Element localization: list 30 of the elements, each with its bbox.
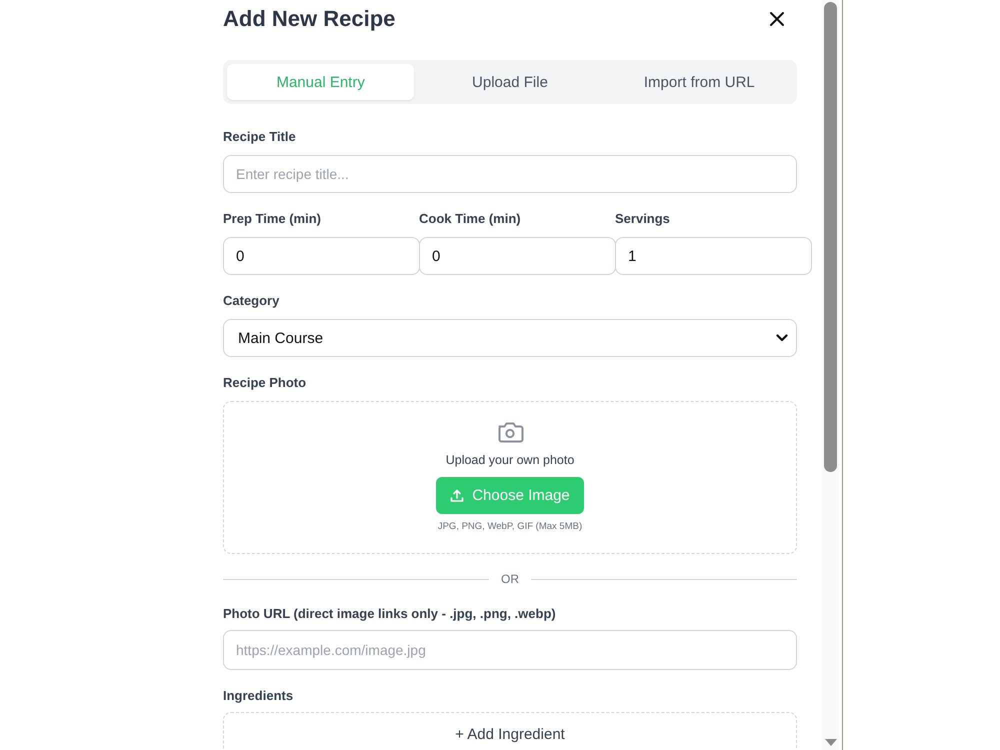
field-label: Servings: [615, 211, 671, 227]
file-format-hint: JPG, PNG, WebP, GIF (Max 5MB): [438, 521, 582, 533]
upload-prompt: Upload your own photo: [446, 452, 574, 468]
category-select[interactable]: Main Course: [223, 319, 797, 357]
number-field[interactable]: 1: [615, 237, 812, 275]
field-label: Cook Time (min): [419, 211, 522, 227]
add-ingredient-button[interactable]: + Add Ingredient: [223, 712, 797, 750]
chevron-down-icon: [776, 334, 788, 342]
scrollbar-track[interactable]: [822, 0, 839, 750]
camera-icon: [496, 420, 524, 444]
upload-icon: [450, 488, 464, 502]
or-divider-text: OR: [501, 572, 519, 586]
dialog-title: Add New Recipe: [223, 6, 396, 32]
field-label: Recipe Title: [223, 129, 297, 145]
scroll-down-arrow-icon[interactable]: [824, 739, 836, 746]
field-label: Prep Time (min): [223, 211, 322, 227]
scrollbar-thumb[interactable]: [824, 2, 837, 472]
close-icon: [769, 11, 785, 27]
photo-dropzone[interactable]: Upload your own photo Choose Image JPG, PNG, WebP, GIF (Max 5MB): [223, 401, 797, 554]
field-label: Photo URL (direct image links only - .jpg, .png, .webp): [223, 606, 557, 622]
recipe-title-field[interactable]: Enter recipe title...: [223, 155, 797, 193]
field-label: Ingredients: [223, 688, 294, 704]
field-label: Recipe Photo: [223, 375, 308, 391]
photo-url-field[interactable]: https://example.com/image.jpg: [223, 630, 797, 670]
close-button[interactable]: [769, 11, 785, 27]
field-label: Category: [223, 293, 280, 309]
number-field[interactable]: 0: [419, 237, 616, 275]
tab[interactable]: Import from URL: [606, 64, 793, 100]
number-field[interactable]: 0: [223, 237, 420, 275]
tab[interactable]: Upload File: [416, 64, 604, 100]
